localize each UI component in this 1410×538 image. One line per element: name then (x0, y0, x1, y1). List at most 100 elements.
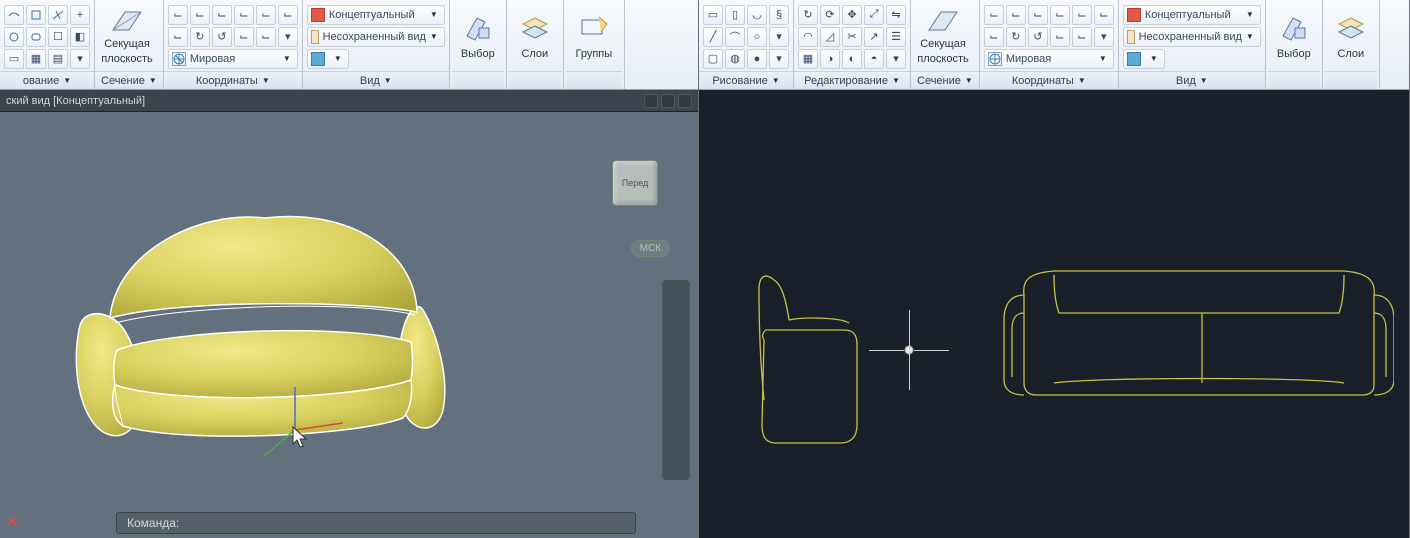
visual-style-dropdown[interactable]: Концептуальный ▼ (307, 5, 445, 25)
box-icon[interactable]: ▢ (703, 49, 723, 69)
extrude-icon[interactable]: ▯ (725, 5, 745, 25)
draw-icon[interactable]: + (70, 5, 90, 25)
ucs-icon[interactable]: ⌙ (234, 5, 254, 25)
view-aux-button[interactable]: ▼ (1123, 49, 1165, 69)
nav-wheel-button[interactable] (666, 289, 686, 309)
polyline-icon[interactable]: ⌒ (725, 27, 745, 47)
circle-icon[interactable]: ○ (747, 27, 767, 47)
fillet-icon[interactable]: ◠ (798, 27, 818, 47)
extend-icon[interactable]: ↗ (864, 27, 884, 47)
chamfer-icon[interactable]: ◿ (820, 27, 840, 47)
ucs-icon[interactable]: ↺ (1028, 27, 1048, 47)
layers-button[interactable]: Слои (1329, 6, 1373, 68)
group-footer-edit[interactable]: Редактирование ▼ (794, 71, 910, 89)
ucs-icon[interactable]: ⌙ (234, 27, 254, 47)
command-line[interactable]: Команда: (116, 512, 636, 534)
ucs-icon[interactable]: ⌙ (1006, 5, 1026, 25)
intersect-icon[interactable]: ◓ (864, 49, 884, 69)
nav-pan-button[interactable] (666, 317, 686, 337)
draw-icon[interactable]: ▾ (70, 49, 90, 69)
ucs-icon[interactable]: ↻ (190, 27, 210, 47)
ucs-icon[interactable]: ⌙ (984, 27, 1004, 47)
draw-icon[interactable]: ▭ (4, 49, 24, 69)
ucs-icon[interactable]: ⌙ (256, 27, 276, 47)
ucs-icon[interactable]: ⌙ (1028, 5, 1048, 25)
arc-icon[interactable]: ◡ (747, 5, 767, 25)
move-icon[interactable]: ✥ (842, 5, 862, 25)
group-footer-view[interactable]: Вид ▼ (1119, 71, 1265, 89)
section-plane-button[interactable]: Секущая плоскость (99, 6, 155, 68)
ucs-icon[interactable]: ⌙ (1072, 5, 1092, 25)
ucs-icon[interactable]: ▾ (1094, 27, 1114, 47)
rotate-icon[interactable]: ↻ (798, 5, 818, 25)
array-icon[interactable]: ▦ (798, 49, 818, 69)
draw-icon[interactable]: ☐ (48, 27, 68, 47)
visual-style-dropdown[interactable]: Концептуальный ▼ (1123, 5, 1261, 25)
dropdown-icon[interactable]: ▾ (886, 49, 906, 69)
ucs-world-dropdown[interactable]: Мировая ▼ (168, 49, 298, 69)
subtract-icon[interactable]: ◐ (842, 49, 862, 69)
draw-icon[interactable] (26, 5, 46, 25)
ucs-icon[interactable]: ⌙ (256, 5, 276, 25)
ucs-icon[interactable]: ⌙ (1072, 27, 1092, 47)
unsaved-view-dropdown[interactable]: Несохраненный вид ▼ (307, 27, 445, 47)
ucs-world-dropdown[interactable]: Мировая ▼ (984, 49, 1114, 69)
draw-icon[interactable] (4, 5, 24, 25)
dropdown-icon[interactable]: ▾ (769, 27, 789, 47)
minimize-button[interactable] (644, 94, 658, 108)
group-footer-coords[interactable]: Координаты ▼ (980, 71, 1118, 89)
viewport-left[interactable]: ский вид [Концептуальный] Перед МСК (0, 90, 698, 538)
cylinder-icon[interactable]: ◍ (725, 49, 745, 69)
viewport-right[interactable] (699, 90, 1409, 538)
offset-icon[interactable]: ☰ (886, 27, 906, 47)
ucs-icon[interactable]: ⌙ (1050, 27, 1070, 47)
trim-icon[interactable]: ✂ (842, 27, 862, 47)
group-footer-draw[interactable]: ование ▼ (0, 71, 94, 89)
group-footer-coords[interactable]: Координаты ▼ (164, 71, 302, 89)
nav-zoom-button[interactable] (666, 345, 686, 365)
polysolid-icon[interactable]: ▭ (703, 5, 723, 25)
mirror-icon[interactable]: ⇋ (886, 5, 906, 25)
draw-icon[interactable] (4, 27, 24, 47)
groups-button[interactable]: Группы (570, 6, 618, 68)
ucs-icon[interactable]: ⌙ (168, 27, 188, 47)
group-footer-view[interactable]: Вид ▼ (303, 71, 449, 89)
ucs-icon[interactable]: ⌙ (278, 5, 298, 25)
group-footer-draw[interactable]: Рисование ▼ (699, 71, 793, 89)
draw-icon[interactable] (26, 27, 46, 47)
ucs-icon[interactable]: ⌙ (168, 5, 188, 25)
nav-orbit-button[interactable] (666, 373, 686, 393)
ucs-icon[interactable]: ⌙ (984, 5, 1004, 25)
line-icon[interactable]: ╱ (703, 27, 723, 47)
ucs-badge[interactable]: МСК (631, 240, 670, 257)
group-footer-section[interactable]: Сечение ▼ (911, 71, 979, 89)
section-plane-button[interactable]: Секущая плоскость (915, 6, 971, 68)
sphere-icon[interactable]: ● (747, 49, 767, 69)
draw-icon[interactable]: ◧ (70, 27, 90, 47)
3drotate-icon[interactable]: ⟳ (820, 5, 840, 25)
select-button[interactable]: Выбор (456, 6, 500, 68)
view-aux-button[interactable]: ▼ (307, 49, 349, 69)
unsaved-view-dropdown[interactable]: Несохраненный вид ▼ (1123, 27, 1261, 47)
draw-icon[interactable]: ▤ (48, 49, 68, 69)
ucs-icon[interactable]: ▾ (278, 27, 298, 47)
union-icon[interactable]: ◑ (820, 49, 840, 69)
maximize-button[interactable] (661, 94, 675, 108)
ucs-icon[interactable]: ↻ (1006, 27, 1026, 47)
ucs-icon[interactable]: ⌙ (212, 5, 232, 25)
scale-icon[interactable]: ⤢ (864, 5, 884, 25)
group-footer-section[interactable]: Сечение ▼ (95, 71, 163, 89)
helix-icon[interactable]: § (769, 5, 789, 25)
ucs-icon[interactable]: ⌙ (1094, 5, 1114, 25)
draw-icon[interactable] (48, 5, 68, 25)
draw-icon[interactable]: ▦ (26, 49, 46, 69)
view-cube[interactable]: Перед (612, 160, 658, 206)
layers-button[interactable]: Слои (513, 6, 557, 68)
ucs-icon[interactable]: ⌙ (1050, 5, 1070, 25)
close-button[interactable] (678, 94, 692, 108)
nav-showmotion-button[interactable] (666, 401, 686, 421)
close-x-icon[interactable]: ✕ (6, 512, 19, 532)
dropdown-icon[interactable]: ▾ (769, 49, 789, 69)
select-button[interactable]: Выбор (1272, 6, 1316, 68)
ucs-icon[interactable]: ⌙ (190, 5, 210, 25)
